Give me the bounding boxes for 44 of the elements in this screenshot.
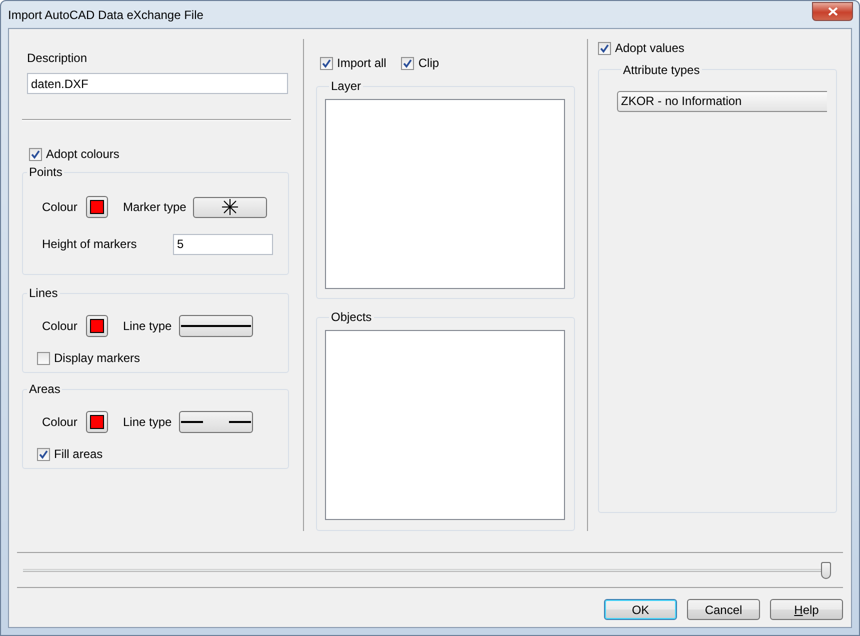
group-title: Attribute types	[622, 62, 701, 76]
window-title: Import AutoCAD Data eXchange File	[8, 8, 204, 22]
field-label: Colour	[42, 415, 78, 429]
checkmark-icon	[322, 58, 331, 68]
field-label: Colour	[42, 200, 78, 214]
colour-button[interactable]	[86, 315, 108, 337]
checkmark-icon	[403, 58, 412, 68]
line-type-button[interactable]	[179, 315, 253, 337]
marker-type-button[interactable]	[193, 196, 267, 218]
group-title: Lines	[28, 286, 59, 300]
dashed-line-icon	[181, 420, 251, 424]
close-button[interactable]	[812, 2, 853, 21]
list-item[interactable]: ZKOR - no Information	[617, 90, 827, 112]
line-type-button[interactable]	[179, 411, 253, 433]
checkmark-icon	[600, 44, 609, 52]
checkmark-icon	[39, 450, 48, 458]
colour-button[interactable]	[86, 411, 108, 433]
asterisk-icon	[221, 198, 239, 216]
description-field[interactable]: daten.DXF	[27, 73, 288, 94]
checkmark-icon	[31, 150, 40, 158]
dialog-button[interactable]: OK	[604, 599, 677, 620]
adopt-values-checkbox[interactable]: Adopt values	[598, 41, 684, 55]
field-label: Line type	[123, 415, 173, 429]
field-label: Description	[27, 51, 88, 65]
group-title: Areas	[28, 382, 62, 396]
dialog-button[interactable]: Cancel	[687, 599, 760, 620]
field-label: Marker type	[123, 200, 188, 214]
option-checkbox[interactable]: Import all	[320, 56, 386, 70]
option-checkbox[interactable]: Fill areas	[37, 447, 103, 461]
group-title: Objects	[330, 310, 373, 324]
field-label: Height of markers	[42, 237, 138, 251]
group-title: Layer	[330, 79, 362, 93]
field-label: Colour	[42, 319, 78, 333]
slider-thumb[interactable]	[821, 562, 831, 578]
field-label: Line type	[123, 319, 173, 333]
height-field[interactable]: 5	[173, 234, 273, 254]
option-checkbox[interactable]: Display markers	[37, 351, 140, 365]
colour-button[interactable]	[86, 196, 108, 218]
solid-line-icon	[181, 324, 251, 328]
close-icon	[828, 7, 838, 16]
adopt-colours-checkbox[interactable]: Adopt colours	[29, 147, 120, 161]
dialog-button[interactable]: Help	[770, 599, 843, 620]
option-checkbox[interactable]: Clip	[401, 56, 440, 70]
group-title: Points	[28, 165, 64, 179]
